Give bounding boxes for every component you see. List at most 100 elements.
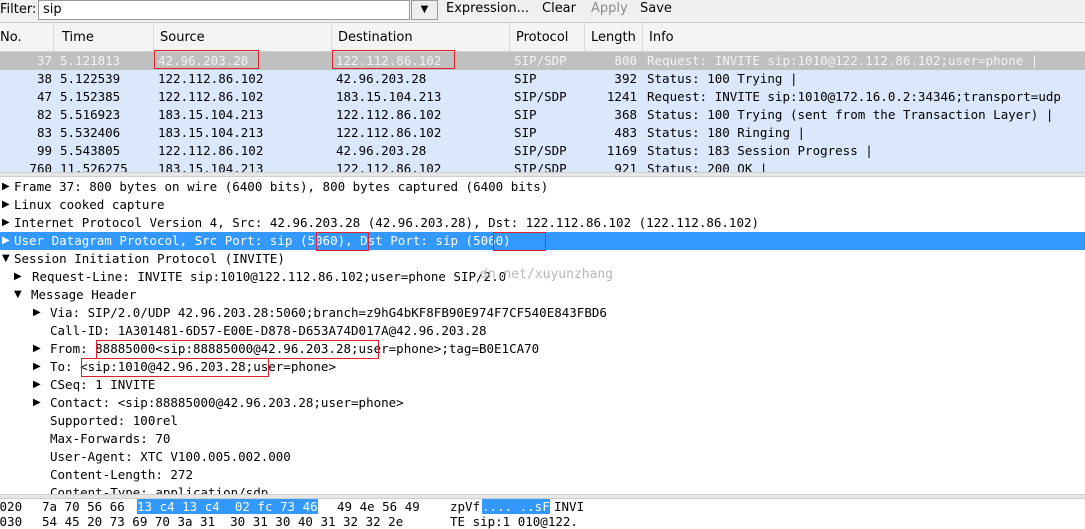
- packet-destination: 122.112.86.102: [336, 53, 442, 68]
- tree-item-label: Message Header: [31, 287, 137, 302]
- hex-ascii[interactable]: TE sip:1 010@122.: [450, 514, 578, 529]
- packet-info: Request: INVITE sip:1010@172.16.0.2:3434…: [647, 89, 1061, 104]
- tree-item-label: Frame 37: 800 bytes on wire (6400 bits),…: [14, 179, 549, 194]
- tree-item-label: User Datagram Protocol, Src Port: sip (5…: [14, 233, 511, 248]
- column-header-info[interactable]: Info: [643, 23, 1085, 51]
- packet-destination: 42.96.203.28: [336, 143, 427, 158]
- column-header-time[interactable]: Time: [56, 23, 154, 51]
- packet-time: 5.543805: [60, 143, 121, 158]
- packet-length: 921: [614, 161, 637, 172]
- packet-protocol: SIP/SDP: [514, 143, 567, 158]
- tree-item-content-type[interactable]: Content-Type: application/sdp: [0, 484, 1085, 494]
- tree-item-linux-cooked[interactable]: ▶ Linux cooked capture: [0, 196, 1085, 214]
- packet-length: 1169: [606, 143, 637, 158]
- packet-info: Status: 100 Trying |: [647, 71, 798, 86]
- hex-ascii[interactable]: INVI: [554, 499, 584, 514]
- column-header-destination[interactable]: Destination: [332, 23, 510, 51]
- tree-item-udp[interactable]: ▶ User Datagram Protocol, Src Port: sip …: [0, 232, 1085, 250]
- packet-no: 760: [29, 161, 52, 172]
- tree-item-message-header[interactable]: ▼ Message Header: [0, 286, 1085, 304]
- expand-arrow-icon[interactable]: ▶: [2, 214, 10, 232]
- packet-row[interactable]: 38 5.122539 122.112.86.102 42.96.203.28 …: [0, 70, 1085, 88]
- hex-dump-pane: 0020 7a 70 56 66 13 c4 13 c4 02 fc 73 46…: [0, 499, 1085, 529]
- expand-arrow-icon[interactable]: ▶: [33, 376, 41, 394]
- clear-button[interactable]: Clear: [542, 0, 576, 17]
- column-header-protocol[interactable]: Protocol: [510, 23, 585, 51]
- tree-item-frame[interactable]: ▶ Frame 37: 800 bytes on wire (6400 bits…: [0, 178, 1085, 196]
- filter-dropdown-button[interactable]: ▼: [411, 0, 438, 20]
- expand-arrow-icon[interactable]: ▶: [2, 232, 10, 250]
- filter-input[interactable]: sip: [38, 0, 410, 20]
- packet-protocol: SIP/SDP: [514, 161, 567, 172]
- hex-ascii[interactable]: zpVf: [450, 499, 480, 514]
- tree-item-max-forwards[interactable]: Max-Forwards: 70: [0, 430, 1085, 448]
- packet-no: 38: [36, 71, 52, 86]
- tree-item-label: Linux cooked capture: [14, 197, 165, 212]
- packet-row[interactable]: 47 5.152385 122.112.86.102 183.15.104.21…: [0, 88, 1085, 106]
- tree-item-from[interactable]: ▶ From: 88885000<sip:88885000@42.96.203.…: [0, 340, 1085, 358]
- tree-item-call-id[interactable]: Call-ID: 1A301481-6D57-E00E-D878-D653A74…: [0, 322, 1085, 340]
- tree-item-label: To: <sip:1010@42.96.203.28;user=phone>: [50, 359, 336, 374]
- packet-time: 5.152385: [60, 89, 121, 104]
- pane-splitter[interactable]: [0, 172, 1085, 177]
- tree-item-ip[interactable]: ▶ Internet Protocol Version 4, Src: 42.9…: [0, 214, 1085, 232]
- chevron-down-icon: ▼: [420, 4, 429, 15]
- column-header-source[interactable]: Source: [154, 23, 332, 51]
- save-button[interactable]: Save: [640, 0, 672, 17]
- packet-row[interactable]: 83 5.532406 183.15.104.213 122.112.86.10…: [0, 124, 1085, 142]
- packet-row[interactable]: 99 5.543805 122.112.86.102 42.96.203.28 …: [0, 142, 1085, 160]
- column-header-no[interactable]: No.: [0, 23, 54, 51]
- tree-item-supported[interactable]: Supported: 100rel: [0, 412, 1085, 430]
- expand-arrow-icon[interactable]: ▶: [33, 340, 41, 358]
- packet-no: 82: [36, 107, 52, 122]
- packet-info: Status: 200 OK |: [647, 161, 768, 172]
- tree-item-cseq[interactable]: ▶ CSeq: 1 INVITE: [0, 376, 1085, 394]
- packet-protocol: SIP/SDP: [514, 89, 567, 104]
- packet-info: Status: 183 Session Progress |: [647, 143, 873, 158]
- hex-bytes-selected[interactable]: 13 c4 13 c4 02 fc 73 46: [137, 499, 318, 514]
- packet-protocol: SIP: [514, 125, 537, 140]
- packet-no: 47: [36, 89, 52, 104]
- packet-time: 5.122539: [60, 71, 121, 86]
- tree-item-label: Contact: <sip:88885000@42.96.203.28;user…: [50, 395, 404, 410]
- expand-arrow-icon[interactable]: ▶: [2, 196, 10, 214]
- expand-arrow-icon[interactable]: ▶: [33, 304, 41, 322]
- tree-item-label: Request-Line: INVITE sip:1010@122.112.86…: [32, 269, 507, 284]
- hex-bytes[interactable]: 54 45 20 73 69 70 3a 31 30 31 30 40 31 3…: [42, 514, 403, 529]
- hex-ascii-selected[interactable]: .... ..sF: [482, 499, 550, 514]
- tree-item-user-agent[interactable]: User-Agent: XTC V100.005.002.000: [0, 448, 1085, 466]
- expand-arrow-icon[interactable]: ▶: [33, 358, 41, 376]
- packet-row[interactable]: 760 11.526275 183.15.104.213 122.112.86.…: [0, 160, 1085, 172]
- collapse-arrow-icon[interactable]: ▼: [2, 250, 10, 268]
- expand-arrow-icon[interactable]: ▶: [2, 178, 10, 196]
- tree-item-label: Supported: 100rel: [50, 413, 178, 428]
- hex-bytes[interactable]: 7a 70 56 66: [42, 499, 125, 514]
- tree-item-to[interactable]: ▶ To: <sip:1010@42.96.203.28;user=phone>: [0, 358, 1085, 376]
- packet-list-header: No. Time Source Destination Protocol Len…: [0, 23, 1085, 52]
- packet-time: 11.526275: [60, 161, 128, 172]
- expand-arrow-icon[interactable]: ▶: [14, 268, 22, 286]
- hex-bytes[interactable]: 49 4e 56 49: [337, 499, 420, 514]
- packet-list: 37 5.121813 42.96.203.28 122.112.86.102 …: [0, 52, 1085, 172]
- packet-row[interactable]: 37 5.121813 42.96.203.28 122.112.86.102 …: [0, 52, 1085, 70]
- apply-button[interactable]: Apply: [591, 0, 628, 17]
- packet-info: Status: 180 Ringing |: [647, 125, 806, 140]
- column-header-length[interactable]: Length: [585, 23, 643, 51]
- tree-item-label: From: 88885000<sip:88885000@42.96.203.28…: [50, 341, 540, 356]
- tree-item-content-length[interactable]: Content-Length: 272: [0, 466, 1085, 484]
- packet-row[interactable]: 82 5.516923 183.15.104.213 122.112.86.10…: [0, 106, 1085, 124]
- expand-arrow-icon[interactable]: ▶: [33, 394, 41, 412]
- tree-item-via[interactable]: ▶ Via: SIP/2.0/UDP 42.96.203.28:5060;bra…: [0, 304, 1085, 322]
- tree-item-sip[interactable]: ▼ Session Initiation Protocol (INVITE): [0, 250, 1085, 268]
- packet-length: 800: [614, 53, 637, 68]
- tree-item-contact[interactable]: ▶ Contact: <sip:88885000@42.96.203.28;us…: [0, 394, 1085, 412]
- tree-item-label: Content-Type: application/sdp: [50, 485, 269, 494]
- tree-item-label: Call-ID: 1A301481-6D57-E00E-D878-D653A74…: [50, 323, 487, 338]
- packet-details-tree: ▶ Frame 37: 800 bytes on wire (6400 bits…: [0, 178, 1085, 494]
- expression-button[interactable]: Expression...: [446, 0, 529, 17]
- filter-toolbar: Filter: sip ▼ Expression... Clear Apply …: [0, 0, 1085, 23]
- collapse-arrow-icon[interactable]: ▼: [14, 286, 22, 304]
- hex-offset: 0020: [0, 499, 23, 514]
- packet-length: 392: [614, 71, 637, 86]
- watermark: dn.net/xuyunzhang: [480, 267, 614, 282]
